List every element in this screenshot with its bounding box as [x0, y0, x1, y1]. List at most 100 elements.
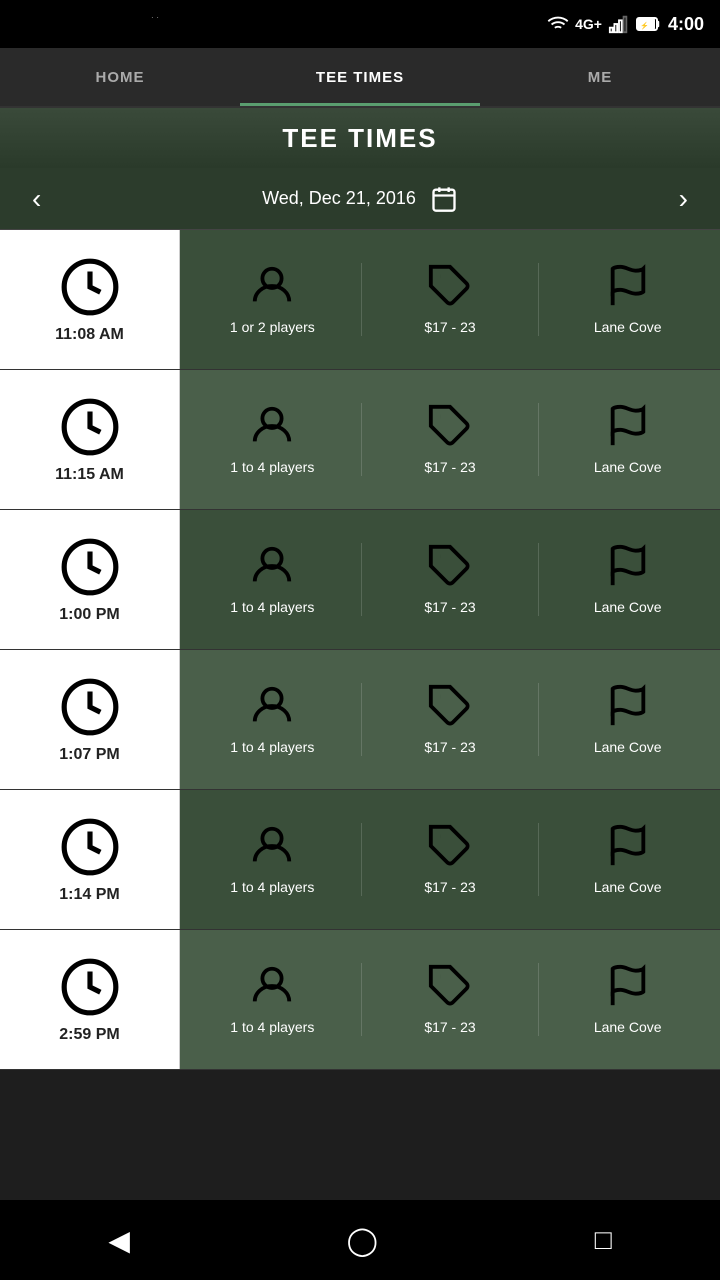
price-cell: $17 - 23 [362, 963, 540, 1036]
location-label: Lane Cove [594, 599, 662, 616]
status-bar: 4G+ ⚡ 4:00 [0, 0, 720, 48]
time-label: 11:08 AM [55, 326, 124, 344]
players-cell: 1 to 4 players [184, 543, 362, 616]
players-label: 1 to 4 players [230, 599, 314, 616]
tee-info: 1 to 4 players $17 - 23 Lane Cove [180, 790, 720, 929]
location-cell: Lane Cove [539, 403, 716, 476]
recent-apps-button[interactable]: □ [595, 1224, 612, 1256]
tee-row[interactable]: 1:00 PM 1 to 4 players $17 - 23 Lane Cov… [0, 510, 720, 650]
clock-icon [59, 956, 121, 1018]
current-date: Wed, Dec 21, 2016 [262, 188, 416, 209]
date-navigator: ‹ Wed, Dec 21, 2016 › [0, 168, 720, 230]
players-cell: 1 to 4 players [184, 963, 362, 1036]
players-icon [249, 683, 295, 729]
tee-times-list: 11:08 AM 1 or 2 players $17 - 23 Lane Co… [0, 230, 720, 1200]
players-cell: 1 to 4 players [184, 683, 362, 756]
tab-tee-times[interactable]: TEE TIMES [240, 48, 480, 106]
location-label: Lane Cove [594, 459, 662, 476]
tee-time-col: 11:08 AM [0, 230, 180, 369]
tab-me[interactable]: ME [480, 48, 720, 106]
wifi-icon [547, 13, 569, 35]
clock-icon [59, 816, 121, 878]
players-label: 1 to 4 players [230, 1019, 314, 1036]
tee-row[interactable]: 1:07 PM 1 to 4 players $17 - 23 Lane Cov… [0, 650, 720, 790]
tee-info: 1 to 4 players $17 - 23 Lane Cove [180, 650, 720, 789]
location-flag-icon [605, 963, 651, 1009]
prev-date-button[interactable]: ‹ [24, 175, 49, 223]
players-label: 1 to 4 players [230, 879, 314, 896]
players-cell: 1 to 4 players [184, 823, 362, 896]
basketball-icon [112, 13, 134, 35]
location-cell: Lane Cove [539, 823, 716, 896]
tee-row[interactable]: 11:15 AM 1 to 4 players $17 - 23 Lane Co… [0, 370, 720, 510]
clock-icon [59, 676, 121, 738]
clock-icon [59, 396, 121, 458]
bottom-nav: ◀ ◯ □ [0, 1200, 720, 1280]
tee-info: 1 to 4 players $17 - 23 Lane Cove [180, 510, 720, 649]
tee-row[interactable]: 1:14 PM 1 to 4 players $17 - 23 Lane Cov… [0, 790, 720, 930]
location-cell: Lane Cove [539, 683, 716, 756]
time-label: 11:15 AM [55, 466, 124, 484]
players-label: 1 to 4 players [230, 739, 314, 756]
tee-time-col: 1:07 PM [0, 650, 180, 789]
network-label: 4G+ [575, 16, 602, 32]
price-icon [427, 263, 473, 309]
status-left-icons [16, 13, 166, 35]
back-button[interactable]: ◀ [108, 1224, 130, 1257]
price-icon [427, 683, 473, 729]
price-label: $17 - 23 [424, 1019, 475, 1036]
android-icon [144, 13, 166, 35]
location-flag-icon [605, 683, 651, 729]
skype-icon [48, 13, 70, 35]
clock-icon [59, 256, 121, 318]
status-right-icons: 4G+ ⚡ 4:00 [547, 13, 704, 35]
page-title: TEE TIMES [282, 123, 437, 154]
location-flag-icon [605, 543, 651, 589]
home-button[interactable]: ◯ [347, 1224, 378, 1257]
location-label: Lane Cove [594, 879, 662, 896]
next-date-button[interactable]: › [671, 175, 696, 223]
battery-icon: ⚡ [636, 13, 662, 35]
price-icon [427, 963, 473, 1009]
tee-time-col: 1:14 PM [0, 790, 180, 929]
location-flag-icon [605, 403, 651, 449]
location-label: Lane Cove [594, 739, 662, 756]
location-cell: Lane Cove [539, 543, 716, 616]
tee-time-col: 1:00 PM [0, 510, 180, 649]
document-icon [80, 13, 102, 35]
players-icon [249, 963, 295, 1009]
tee-row[interactable]: 11:08 AM 1 or 2 players $17 - 23 Lane Co… [0, 230, 720, 370]
price-icon [427, 403, 473, 449]
location-cell: Lane Cove [539, 263, 716, 336]
price-cell: $17 - 23 [362, 683, 540, 756]
tee-info: 1 or 2 players $17 - 23 Lane Cove [180, 230, 720, 369]
tee-row[interactable]: 2:59 PM 1 to 4 players $17 - 23 Lane Cov… [0, 930, 720, 1070]
tee-info: 1 to 4 players $17 - 23 Lane Cove [180, 930, 720, 1069]
time-label: 1:14 PM [59, 886, 119, 904]
location-flag-icon [605, 823, 651, 869]
players-icon [249, 543, 295, 589]
price-cell: $17 - 23 [362, 823, 540, 896]
players-label: 1 or 2 players [230, 319, 315, 336]
players-icon [249, 263, 295, 309]
price-icon [427, 823, 473, 869]
players-cell: 1 to 4 players [184, 403, 362, 476]
players-icon [249, 823, 295, 869]
price-label: $17 - 23 [424, 739, 475, 756]
players-icon [249, 403, 295, 449]
location-label: Lane Cove [594, 1019, 662, 1036]
tee-info: 1 to 4 players $17 - 23 Lane Cove [180, 370, 720, 509]
tab-home[interactable]: HOME [0, 48, 240, 106]
time-display: 4:00 [668, 14, 704, 35]
time-label: 1:00 PM [59, 606, 119, 624]
players-cell: 1 or 2 players [184, 263, 362, 336]
price-label: $17 - 23 [424, 319, 475, 336]
price-label: $17 - 23 [424, 459, 475, 476]
calendar-icon[interactable] [430, 185, 458, 213]
time-label: 1:07 PM [59, 746, 119, 764]
signal-icon [608, 13, 630, 35]
price-label: $17 - 23 [424, 879, 475, 896]
price-cell: $17 - 23 [362, 263, 540, 336]
time-label: 2:59 PM [59, 1026, 119, 1044]
price-cell: $17 - 23 [362, 543, 540, 616]
